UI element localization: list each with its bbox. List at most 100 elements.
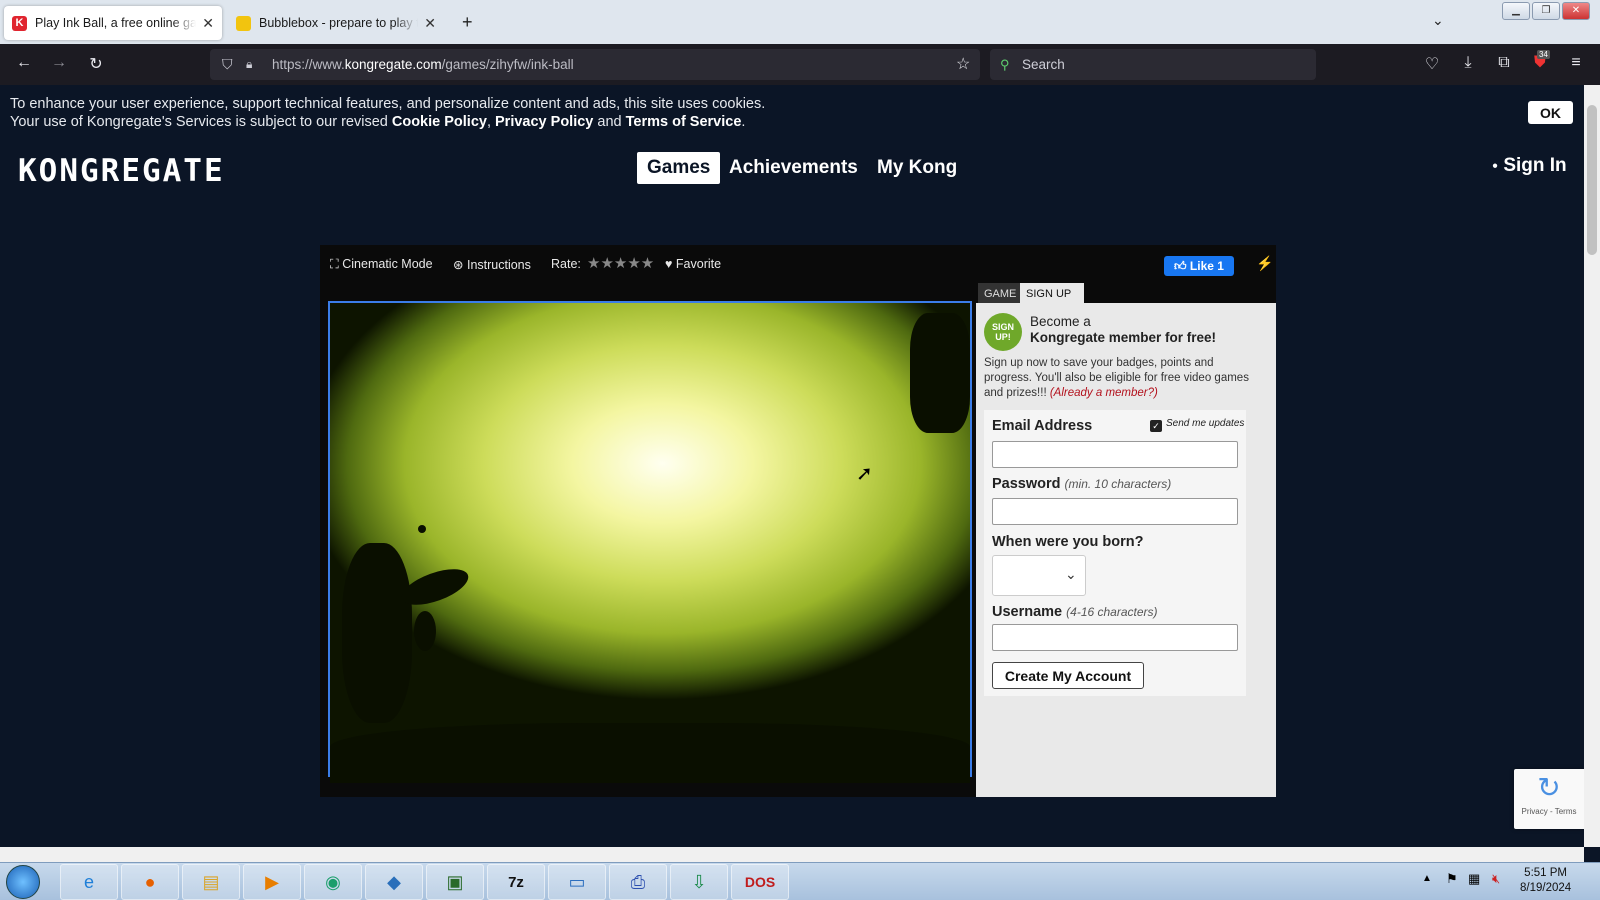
cookie-line-2: Your use of Kongregate's Services is sub…	[10, 113, 765, 131]
tab-title: Play Ink Ball, a free online game	[35, 16, 197, 30]
email-label: Email Address	[992, 418, 1093, 434]
start-button-icon[interactable]	[6, 865, 40, 899]
mouse-cursor-icon: ➚	[856, 463, 873, 485]
username-label: Username (4-16 characters)	[992, 604, 1158, 620]
search-placeholder: Search	[1022, 57, 1065, 72]
birth-date-select[interactable]: ⌄	[992, 555, 1086, 596]
kongregate-favicon-icon: K	[12, 15, 27, 31]
facebook-like-button[interactable]: 👍︎ Like 1	[1164, 256, 1234, 276]
network-app-icon[interactable]: ⎙	[609, 864, 667, 900]
search-input[interactable]: ⚲ Search	[990, 49, 1316, 80]
virtualbox-icon[interactable]: ◆	[365, 864, 423, 900]
browser-tab-bar: K Play Ink Ball, a free online game ✕ Bu…	[0, 0, 1600, 44]
already-member-link[interactable]: (Already a member?)	[1050, 387, 1158, 399]
password-hint: (min. 10 characters)	[1064, 477, 1172, 491]
nav-achievements[interactable]: Achievements	[719, 152, 868, 184]
url-prefix: https://www.	[272, 57, 345, 72]
lightning-icon[interactable]: ⚡	[1256, 255, 1273, 272]
cinematic-label: Cinematic Mode	[342, 257, 433, 271]
recaptcha-links[interactable]: Privacy - Terms	[1514, 807, 1584, 816]
instructions-button[interactable]: ⊛ Instructions	[453, 257, 531, 272]
vertical-scrollbar[interactable]	[1584, 85, 1600, 847]
reload-icon[interactable]: ↻	[85, 54, 107, 74]
horizontal-scrollbar[interactable]	[0, 847, 1584, 862]
bookmark-star-icon[interactable]: ☆	[956, 49, 970, 80]
like-label: Like 1	[1189, 259, 1224, 273]
network-icon[interactable]: ▦	[1468, 871, 1480, 887]
email-field[interactable]	[992, 441, 1238, 468]
close-tab-icon[interactable]: ✕	[424, 15, 436, 32]
tab-sign-up[interactable]: SIGN UP ⊗	[1020, 283, 1084, 322]
dosbox-icon[interactable]: DOS	[731, 864, 789, 900]
username-label-text: Username	[992, 604, 1063, 620]
lock-icon: 🔒︎	[246, 57, 253, 71]
cookie-policy-link[interactable]: Cookie Policy	[392, 114, 487, 130]
system-clock[interactable]: 5:51 PM 8/19/2024	[1520, 866, 1571, 896]
sign-in-link[interactable]: ● Sign In	[1492, 155, 1567, 177]
cookie-ok-button[interactable]: OK	[1528, 101, 1573, 124]
url-domain: kongregate.com	[344, 57, 442, 72]
nav-my-kong[interactable]: My Kong	[867, 152, 967, 184]
list-tabs-chevron-icon[interactable]: ⌄	[1432, 12, 1444, 29]
clock-date: 8/19/2024	[1520, 882, 1572, 894]
close-tab-icon[interactable]: ✕	[202, 15, 214, 32]
recaptcha-badge[interactable]: ↻ Privacy - Terms	[1514, 769, 1584, 829]
favorite-button[interactable]: ♥ Favorite	[665, 257, 721, 271]
windows-taskbar: e ● ▤ ▶ ◉ ◆ ▣ 7z ▭ ⎙ ⇩ DOS ▲ ⚑ ▦ 🔇︎ 5:51…	[0, 862, 1600, 900]
close-window-button[interactable]: ✕	[1562, 2, 1590, 20]
tray-expand-icon[interactable]: ▲	[1422, 873, 1432, 884]
cookie-line-1: To enhance your user experience, support…	[10, 96, 766, 112]
firefox-icon[interactable]: ●	[121, 864, 179, 900]
privacy-policy-link[interactable]: Privacy Policy	[495, 114, 593, 130]
terminal-icon[interactable]: ▣	[426, 864, 484, 900]
pocket-icon[interactable]: ♡	[1421, 54, 1443, 74]
send-updates-checkbox[interactable]: ✓	[1150, 420, 1162, 432]
rating-stars[interactable]: ★★★★★	[587, 254, 654, 272]
separator-text: and	[593, 114, 626, 130]
shield-icon[interactable]: ⛉	[222, 49, 233, 80]
password-field[interactable]	[992, 498, 1238, 525]
nav-games[interactable]: Games	[637, 152, 721, 184]
ink-blot	[330, 723, 970, 783]
7zip-icon[interactable]: 7z	[487, 864, 545, 900]
username-field[interactable]	[992, 624, 1238, 651]
ink-blot	[910, 313, 970, 433]
volume-muted-icon[interactable]: 🔇︎	[1492, 871, 1500, 887]
ink-blot	[414, 611, 436, 651]
extension-badge: 34	[1537, 50, 1550, 59]
back-arrow-icon[interactable]: ←	[13, 54, 35, 72]
restore-window-button[interactable]: ❐	[1532, 2, 1560, 20]
tab-title: Bubblebox - prepare to play the	[259, 16, 419, 30]
new-tab-icon[interactable]: +	[462, 12, 473, 33]
globe-app-icon[interactable]: ◉	[304, 864, 362, 900]
tab-ink-ball[interactable]: K Play Ink Ball, a free online game ✕	[4, 6, 222, 40]
chevron-down-icon: ⌄	[1065, 566, 1077, 582]
create-account-button[interactable]: Create My Account	[992, 662, 1144, 689]
minimize-window-button[interactable]: ▁	[1502, 2, 1530, 20]
tab-bubblebox[interactable]: Bubblebox - prepare to play the ✕	[228, 6, 444, 40]
menu-icon[interactable]: ≡	[1565, 54, 1587, 72]
tab-game[interactable]: GAME	[978, 283, 1023, 305]
kongregate-logo[interactable]: KONGREGATE	[18, 153, 225, 189]
flag-icon[interactable]: ⚑	[1446, 871, 1458, 887]
url-bar[interactable]: ⛉ 🔒︎ https://www.kongregate.com/games/zi…	[210, 49, 980, 80]
download-app-icon[interactable]: ⇩	[670, 864, 728, 900]
ink-blot	[418, 525, 426, 533]
tab-sign-up-label: SIGN UP	[1026, 288, 1072, 300]
favorite-label: Favorite	[675, 257, 722, 271]
file-explorer-icon[interactable]: ▤	[182, 864, 240, 900]
search-icon: ⚲	[1000, 57, 1010, 72]
downloads-icon[interactable]: ⤓	[1457, 54, 1479, 72]
instructions-label: Instructions	[466, 258, 531, 272]
media-player-icon[interactable]: ▶	[243, 864, 301, 900]
heart-icon: ♥	[665, 257, 673, 271]
cinematic-mode-button[interactable]: ⛶ Cinematic Mode	[330, 257, 433, 272]
game-canvas[interactable]: ➚	[328, 301, 972, 783]
scroll-thumb[interactable]	[1587, 105, 1597, 255]
forward-arrow-icon[interactable]: →	[48, 54, 70, 72]
extensions-icon[interactable]: ⧉	[1493, 54, 1515, 72]
terms-link[interactable]: Terms of Service	[626, 114, 742, 130]
internet-explorer-icon[interactable]: e	[60, 864, 118, 900]
remote-desktop-icon[interactable]: ▭	[548, 864, 606, 900]
game-container: ⛶ Cinematic Mode ⊛ Instructions Rate: ★★…	[320, 245, 1276, 797]
